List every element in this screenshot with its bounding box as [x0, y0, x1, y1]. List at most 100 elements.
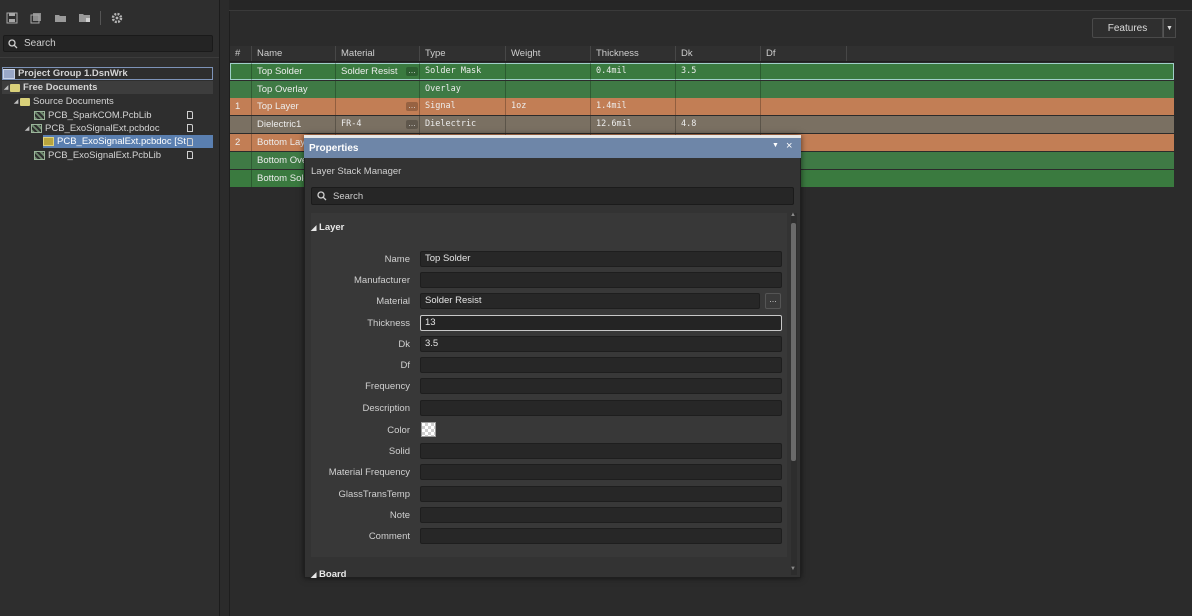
material-frequency-field[interactable]: [420, 464, 782, 480]
cell-type[interactable]: Solder Mask: [420, 63, 506, 80]
cell-type[interactable]: Dielectric: [420, 116, 506, 133]
chevron-down-icon[interactable]: ▼: [1163, 18, 1176, 38]
tree-item-label: Source Documents: [33, 96, 114, 107]
project-icon: [3, 68, 15, 79]
description-field[interactable]: [420, 400, 782, 416]
cell-df[interactable]: [761, 63, 1174, 80]
cell-thickness[interactable]: 12.6mil: [591, 116, 676, 133]
cell-df[interactable]: [761, 98, 1174, 115]
column-header-weight[interactable]: Weight: [506, 46, 591, 61]
field-label-dk: Dk: [398, 339, 410, 350]
open-folder-icon[interactable]: [50, 10, 70, 26]
field-label-material-frequency: Material Frequency: [328, 467, 410, 478]
projects-search-input[interactable]: Search: [3, 35, 213, 52]
cell-type[interactable]: Signal: [420, 98, 506, 115]
section-header-board[interactable]: ◢ Board: [311, 569, 346, 580]
cell-type[interactable]: Overlay: [420, 81, 506, 98]
features-button[interactable]: Features: [1092, 18, 1163, 38]
column-header-name[interactable]: Name: [252, 46, 336, 61]
cell-thickness[interactable]: 0.4mil: [591, 63, 676, 80]
column-header-number[interactable]: #: [230, 46, 252, 61]
glass-trans-temp-field[interactable]: [420, 486, 782, 502]
thickness-field[interactable]: 13: [420, 315, 782, 331]
df-field[interactable]: [420, 357, 782, 373]
scrollbar-thumb[interactable]: [791, 223, 796, 461]
table-row[interactable]: 1 Top Layer … Signal 1oz 1.4mil: [230, 98, 1174, 115]
table-row[interactable]: Top Solder Solder Resist … Solder Mask 0…: [230, 63, 1174, 80]
column-header-material[interactable]: Material: [336, 46, 420, 61]
field-label-comment: Comment: [368, 531, 410, 542]
material-browse-button[interactable]: …: [406, 102, 418, 111]
material-browse-button[interactable]: …: [406, 120, 418, 129]
cell-dk[interactable]: 3.5: [676, 63, 761, 80]
frequency-field[interactable]: [420, 378, 782, 394]
material-browse-button[interactable]: …: [406, 67, 418, 76]
color-swatch[interactable]: [421, 422, 436, 437]
cell-name[interactable]: Dielectric1: [252, 116, 336, 133]
scroll-up-icon[interactable]: ▲: [790, 212, 796, 218]
material-browse-button[interactable]: …: [765, 293, 781, 309]
search-icon: [317, 191, 327, 201]
cell-number: [230, 81, 252, 98]
scroll-down-icon[interactable]: ▼: [790, 566, 796, 572]
column-header-thickness[interactable]: Thickness: [591, 46, 676, 61]
properties-title-bar[interactable]: Properties: [304, 138, 801, 158]
solid-field[interactable]: [420, 443, 782, 459]
cell-weight[interactable]: [506, 116, 591, 133]
gear-icon[interactable]: [107, 10, 127, 26]
cell-name[interactable]: Top Layer: [252, 98, 336, 115]
close-icon[interactable]: ×: [786, 140, 792, 152]
manufacturer-field[interactable]: [420, 272, 782, 288]
cell-weight[interactable]: 1oz: [506, 98, 591, 115]
name-field[interactable]: Top Solder: [420, 251, 782, 267]
toolbar-divider: [100, 11, 101, 25]
tree-item-exosignal-pcbdoc[interactable]: ◢ PCB_ExoSignalExt.pcbdoc: [23, 122, 160, 135]
panel-menu-icon[interactable]: ▼: [772, 142, 779, 149]
cell-df[interactable]: [761, 81, 1174, 98]
expand-arrow-icon[interactable]: ◢: [23, 125, 31, 132]
section-header-layer[interactable]: ◢ Layer: [311, 222, 344, 233]
material-field[interactable]: Solder Resist: [420, 293, 760, 309]
tree-item-free-documents[interactable]: ◢ Free Documents: [2, 81, 213, 94]
tree-item-source-documents[interactable]: ◢ Source Documents: [12, 95, 114, 108]
save-all-icon[interactable]: [26, 10, 46, 26]
cell-dk[interactable]: [676, 98, 761, 115]
tree-item-project-group[interactable]: Project Group 1.DsnWrk: [2, 67, 213, 80]
cell-number: [230, 152, 252, 169]
expand-arrow-icon[interactable]: ◢: [12, 98, 20, 105]
table-row[interactable]: Top Overlay Overlay: [230, 81, 1174, 98]
column-header-dk[interactable]: Dk: [676, 46, 761, 61]
tree-item-sparkcom-pcblib[interactable]: PCB_SparkCOM.PcbLib: [34, 109, 151, 122]
cell-name[interactable]: Top Overlay: [252, 81, 336, 98]
cell-weight[interactable]: [506, 81, 591, 98]
cell-material[interactable]: [336, 81, 420, 98]
note-field[interactable]: [420, 507, 782, 523]
cell-thickness[interactable]: 1.4mil: [591, 98, 676, 115]
column-header-df[interactable]: Df: [761, 46, 847, 61]
properties-search-input[interactable]: Search: [311, 187, 794, 205]
comment-field[interactable]: [420, 528, 782, 544]
cell-thickness[interactable]: [591, 81, 676, 98]
cell-df[interactable]: [761, 152, 1174, 169]
table-row[interactable]: Dielectric1 FR-4 … Dielectric 12.6mil 4.…: [230, 116, 1174, 133]
cell-weight[interactable]: [506, 63, 591, 80]
tree-item-exosignal-pcblib[interactable]: PCB_ExoSignalExt.PcbLib: [34, 149, 161, 162]
cell-dk[interactable]: 4.8: [676, 116, 761, 133]
search-placeholder: Search: [333, 190, 364, 202]
close-folder-icon[interactable]: [74, 10, 94, 26]
save-icon[interactable]: [2, 10, 22, 26]
field-label-note: Note: [389, 510, 410, 521]
cell-dk[interactable]: [676, 81, 761, 98]
cell-df[interactable]: [761, 134, 1174, 151]
field-label-name: Name: [384, 254, 410, 265]
cell-name[interactable]: Top Solder: [252, 63, 336, 80]
cell-df[interactable]: [761, 170, 1174, 187]
dk-field[interactable]: 3.5: [420, 336, 782, 352]
cell-df[interactable]: [761, 116, 1174, 133]
layer-table-header: # Name Material Type Weight Thickness Dk…: [230, 46, 1174, 62]
column-header-type[interactable]: Type: [420, 46, 506, 61]
field-label-material: Material: [376, 296, 410, 307]
cell-number: 1: [230, 98, 252, 115]
expand-arrow-icon[interactable]: ◢: [2, 84, 10, 91]
tree-item-label: PCB_SparkCOM.PcbLib: [48, 110, 152, 121]
